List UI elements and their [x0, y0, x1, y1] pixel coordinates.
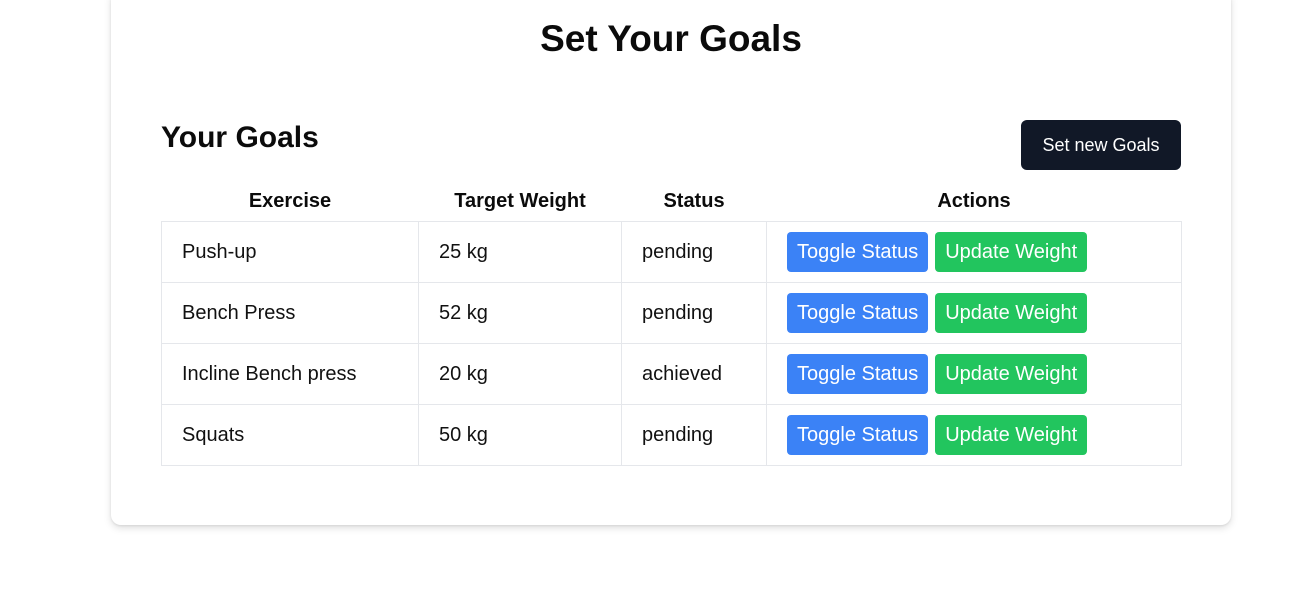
table-header-row: Exercise Target Weight Status Actions — [162, 181, 1182, 222]
update-weight-button[interactable]: Update Weight — [935, 232, 1088, 272]
update-weight-button[interactable]: Update Weight — [935, 354, 1088, 394]
header-status: Status — [663, 189, 725, 212]
actions-cell: Toggle Status Update Weight — [766, 221, 1182, 283]
status-cell: pending — [621, 282, 767, 344]
goals-card: Set Your Goals Your Goals Set new Goals … — [111, 0, 1231, 525]
target-weight-cell: 20 kg — [418, 343, 622, 405]
goals-section-header: Your Goals Set new Goals — [161, 110, 1181, 170]
table-row: Push-up 25 kg pending Toggle Status Updat… — [161, 221, 1182, 283]
status-cell: pending — [621, 221, 767, 283]
exercise-cell: Push-up — [161, 221, 419, 283]
header-exercise: Exercise — [248, 189, 332, 212]
table-row: Incline Bench press 20 kg achieved Toggl… — [161, 343, 1182, 405]
goals-table: Exercise Target Weight Status Actions Pu… — [161, 181, 1182, 466]
update-weight-button[interactable]: Update Weight — [935, 415, 1088, 455]
header-actions: Actions — [937, 189, 1011, 212]
status-cell: pending — [621, 404, 767, 466]
status-cell: achieved — [621, 343, 767, 405]
target-weight-cell: 50 kg — [418, 404, 622, 466]
toggle-status-button[interactable]: Toggle Status — [787, 232, 929, 272]
update-weight-button[interactable]: Update Weight — [935, 293, 1088, 333]
table-row: Squats 50 kg pending Toggle Status Update… — [161, 404, 1182, 466]
actions-cell: Toggle Status Update Weight — [766, 404, 1182, 466]
page-title: Set Your Goals — [540, 18, 802, 59]
actions-cell: Toggle Status Update Weight — [766, 282, 1182, 344]
header-target-weight: Target Weight — [454, 189, 586, 212]
target-weight-cell: 52 kg — [418, 282, 622, 344]
actions-cell: Toggle Status Update Weight — [766, 343, 1182, 405]
section-title: Your Goals — [161, 121, 319, 154]
exercise-cell: Squats — [161, 404, 419, 466]
exercise-cell: Bench Press — [161, 282, 419, 344]
toggle-status-button[interactable]: Toggle Status — [787, 415, 929, 455]
table-row: Bench Press 52 kg pending Toggle Status U… — [161, 282, 1182, 344]
toggle-status-button[interactable]: Toggle Status — [787, 293, 929, 333]
target-weight-cell: 25 kg — [418, 221, 622, 283]
toggle-status-button[interactable]: Toggle Status — [787, 354, 929, 394]
exercise-cell: Incline Bench press — [161, 343, 419, 405]
set-new-goals-button[interactable]: Set new Goals — [1021, 120, 1181, 170]
